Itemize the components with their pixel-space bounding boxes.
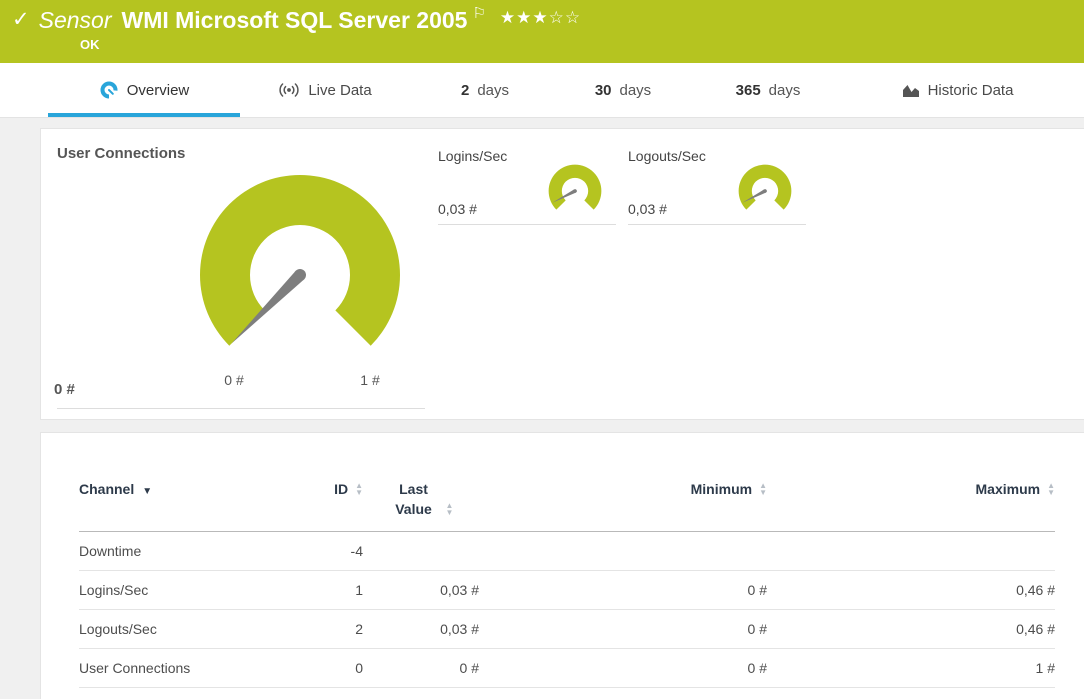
tab-2-days-number: 2 (461, 82, 469, 99)
sort-icon: ▲▼ (355, 482, 363, 496)
column-header-minimum[interactable]: Minimum ▲▼ (479, 477, 767, 532)
sort-icon: ▲▼ (759, 482, 767, 496)
table-row-logouts-per-sec[interactable]: Logouts/Sec 2 0,03 # 0 # 0,46 # (79, 610, 1055, 649)
tab-365-days-unit: days (769, 82, 801, 99)
divider (57, 408, 425, 409)
logins-per-sec-value: 0,03 # (438, 201, 477, 217)
logouts-per-sec-gauge (736, 162, 794, 220)
tab-live-data-label: Live Data (308, 82, 371, 99)
sort-icon: ▲▼ (446, 502, 454, 516)
broadcast-icon (278, 82, 300, 98)
logins-per-sec-title: Logins/Sec (438, 148, 507, 164)
tab-365-days-number: 365 (736, 82, 761, 99)
tab-2-days-unit: days (477, 82, 509, 99)
tab-live-data[interactable]: Live Data (250, 63, 400, 117)
gauge-title-user-connections: User Connections (57, 145, 185, 162)
stars-empty[interactable]: ☆☆ (549, 8, 581, 27)
user-connections-value: 0 # (54, 381, 75, 398)
cell-last-value: 0,03 # (363, 610, 479, 649)
tab-bar: Overview Live Data 2 days 30 days 365 da… (0, 63, 1084, 118)
sensor-title: WMI Microsoft SQL Server 2005 (121, 7, 467, 34)
logins-per-sec-block[interactable]: Logins/Sec 0,03 # (438, 129, 616, 225)
logouts-per-sec-value: 0,03 # (628, 201, 667, 217)
status-badge: OK (80, 37, 1084, 52)
cell-id: 1 (301, 571, 363, 610)
gauge-scale-max: 1 # (340, 372, 400, 388)
column-header-channel-label: Channel (79, 481, 134, 497)
cell-id: 0 (301, 649, 363, 688)
tab-overview-label: Overview (127, 82, 190, 99)
cell-channel: Logins/Sec (79, 571, 301, 610)
cell-last-value: 0,03 # (363, 571, 479, 610)
channels-panel: Channel ▼ ID ▲▼ Last Value ▲▼ Minimum ▲▼ Max… (40, 432, 1084, 699)
cell-channel: User Connections (79, 649, 301, 688)
divider (628, 224, 806, 225)
table-row-logins-per-sec[interactable]: Logins/Sec 1 0,03 # 0 # 0,46 # (79, 571, 1055, 610)
column-header-last-value-label: Last Value (389, 479, 439, 519)
cell-id: -4 (301, 532, 363, 571)
flag-icon[interactable]: ⚐ (472, 7, 485, 21)
divider (438, 224, 616, 225)
sensor-banner: ✓ Sensor WMI Microsoft SQL Server 2005 ⚐… (0, 0, 1084, 63)
cell-last-value (363, 532, 479, 571)
column-header-last-value[interactable]: Last Value ▲▼ (363, 477, 479, 532)
cell-maximum: 0,46 # (767, 610, 1055, 649)
cell-last-value: 0 # (363, 649, 479, 688)
logouts-per-sec-title: Logouts/Sec (628, 148, 706, 164)
cell-id: 2 (301, 610, 363, 649)
cell-minimum (479, 532, 767, 571)
logins-per-sec-gauge (546, 162, 604, 220)
priority-stars[interactable]: ★★★☆☆ (500, 7, 581, 29)
tab-30-days-unit: days (620, 82, 652, 99)
table-header-row: Channel ▼ ID ▲▼ Last Value ▲▼ Minimum ▲▼ Max… (79, 477, 1055, 532)
cell-maximum: 1 # (767, 649, 1055, 688)
cell-minimum: 0 # (479, 649, 767, 688)
column-header-maximum-label: Maximum (976, 481, 1041, 497)
tab-historic-data[interactable]: Historic Data (885, 63, 1030, 117)
column-header-minimum-label: Minimum (691, 481, 752, 497)
cell-minimum: 0 # (479, 571, 767, 610)
sort-icon: ▲▼ (1047, 482, 1055, 496)
stars-filled[interactable]: ★★★ (500, 8, 549, 27)
column-header-channel[interactable]: Channel ▼ (79, 477, 301, 532)
channels-table: Channel ▼ ID ▲▼ Last Value ▲▼ Minimum ▲▼ Max… (79, 477, 1055, 688)
cell-channel: Downtime (79, 532, 301, 571)
main-content: User Connections 0 # 1 # 0 # Logins/Sec … (0, 118, 1084, 699)
cell-channel: Logouts/Sec (79, 610, 301, 649)
tab-365-days[interactable]: 365 days (718, 63, 818, 117)
gauge-arc (200, 175, 400, 346)
table-row-downtime[interactable]: Downtime -4 (79, 532, 1055, 571)
cell-maximum: 0,46 # (767, 571, 1055, 610)
column-header-id[interactable]: ID ▲▼ (301, 477, 363, 532)
tab-2-days[interactable]: 2 days (440, 63, 530, 117)
area-chart-icon (902, 82, 920, 98)
tab-30-days[interactable]: 30 days (578, 63, 668, 117)
column-header-id-label: ID (334, 481, 348, 497)
column-header-maximum[interactable]: Maximum ▲▼ (767, 477, 1055, 532)
tab-30-days-number: 30 (595, 82, 612, 99)
logouts-per-sec-block[interactable]: Logouts/Sec 0,03 # (628, 129, 806, 225)
cell-maximum (767, 532, 1055, 571)
cell-minimum: 0 # (479, 610, 767, 649)
ok-check-icon: ✓ (12, 7, 30, 33)
gauge-scale-min: 0 # (204, 372, 264, 388)
sort-down-icon: ▼ (142, 486, 152, 497)
tab-overview[interactable]: Overview (48, 63, 240, 117)
table-row-user-connections[interactable]: User Connections 0 0 # 0 # 1 # (79, 649, 1055, 688)
gauges-panel: User Connections 0 # 1 # 0 # Logins/Sec … (40, 128, 1084, 420)
sensor-type-label: Sensor (39, 7, 112, 34)
gauge-icon (99, 80, 119, 100)
user-connections-gauge[interactable] (190, 165, 410, 385)
tab-historic-data-label: Historic Data (928, 82, 1014, 99)
